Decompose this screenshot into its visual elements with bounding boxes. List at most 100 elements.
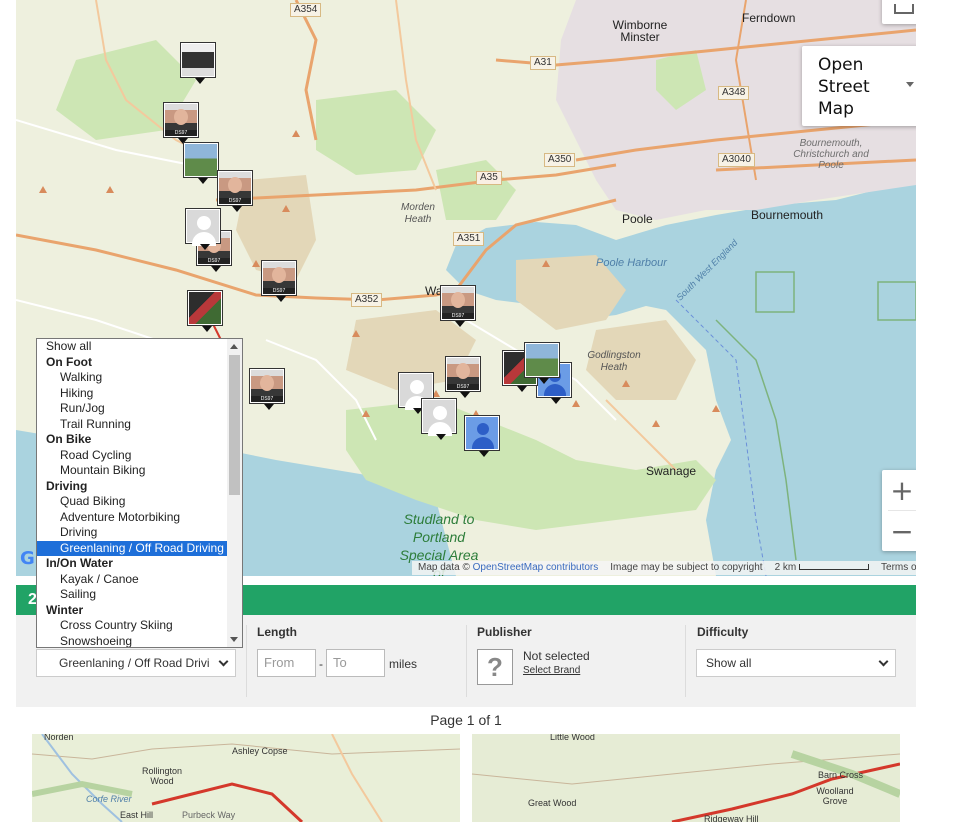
scale-label: 2 km xyxy=(774,562,797,573)
zoom-control: + − xyxy=(882,470,916,551)
map-marker-placeholder[interactable] xyxy=(421,398,457,440)
map-marker-landscape[interactable] xyxy=(183,142,219,184)
road-label-a351: A351 xyxy=(453,232,485,246)
dropdown-group-label: Winter xyxy=(46,602,84,617)
terms-link[interactable]: Terms of Use xyxy=(881,562,916,574)
filter-divider xyxy=(685,625,686,697)
dropdown-group-label: On Bike xyxy=(46,432,92,446)
copyright-notice: Image may be subject to copyright xyxy=(610,562,763,573)
town-label-swanage: Swanage xyxy=(646,464,697,478)
dropdown-option[interactable]: Kayak / Canoe xyxy=(37,572,227,588)
chevron-down-icon xyxy=(906,82,914,87)
map-marker-user[interactable]: DS97 xyxy=(249,368,285,410)
dropdown-option[interactable]: Greenlaning / Off Road Driving xyxy=(37,540,227,556)
scroll-up-icon[interactable] xyxy=(230,344,238,349)
scrollbar-thumb[interactable] xyxy=(229,355,240,495)
dropdown-option[interactable]: Trail Running xyxy=(37,417,227,433)
map-marker-bike[interactable] xyxy=(187,290,223,332)
dropdown-option[interactable]: Sailing xyxy=(37,587,227,603)
marker-photo: DS97 xyxy=(442,287,474,319)
place-label-godlingston-heath: Godlingston Heath xyxy=(587,350,641,373)
dropdown-option[interactable]: Show all xyxy=(37,339,227,355)
route-thumbnail-1[interactable]: Norden Ashley Copse Rollington Wood Corf… xyxy=(32,734,460,822)
thumb-label: Little Wood xyxy=(550,734,595,742)
place-label-morden-heath: Morden Heath xyxy=(401,202,435,225)
fullscreen-button[interactable] xyxy=(882,0,916,24)
road-label-a354: A354 xyxy=(290,3,322,17)
thumb-label: Ridgeway Hill xyxy=(704,814,759,822)
thumb-label: Great Wood xyxy=(528,798,577,808)
map-marker-blue-user[interactable] xyxy=(464,415,500,457)
thumb-label: Rollington Wood xyxy=(142,766,183,786)
length-to-input[interactable]: To xyxy=(326,649,385,677)
road-label-a348: A348 xyxy=(718,86,750,100)
zoom-in-button[interactable]: + xyxy=(882,470,916,510)
chevron-down-icon xyxy=(878,656,889,667)
map-marker-user[interactable]: DS97 xyxy=(163,102,199,144)
marker-photo: DS97 xyxy=(263,262,295,294)
map-data-text: Map data © xyxy=(418,562,470,573)
map-attribution: Map data © OpenStreetMap contributors Im… xyxy=(412,561,916,575)
length-from-input[interactable]: From xyxy=(257,649,316,677)
marker-photo: DS97 xyxy=(447,358,479,390)
publisher-status: Not selected xyxy=(523,649,590,663)
difficulty-select-value: Show all xyxy=(706,656,752,670)
route-thumbnail-2[interactable]: Little Wood Barn Cross Great Wood Woolla… xyxy=(472,734,900,822)
dropdown-option[interactable]: Snowshoeing xyxy=(37,634,227,648)
map-type-label-line3: Map xyxy=(818,99,854,119)
dropdown-option[interactable]: Walking xyxy=(37,370,227,386)
select-brand-link[interactable]: Select Brand xyxy=(523,665,580,676)
marker-photo xyxy=(185,144,217,176)
map-marker-user[interactable]: DS97 xyxy=(217,170,253,212)
marker-photo xyxy=(182,44,214,76)
activity-select-value: Greenlaning / Off Road Drivi xyxy=(59,656,210,670)
map-marker-user[interactable]: DS97 xyxy=(261,260,297,302)
water-label-poole-harbour: Poole Harbour xyxy=(596,257,667,269)
length-label: Length xyxy=(257,625,297,639)
dropdown-option[interactable]: Quad Biking xyxy=(37,494,227,510)
thumb-label: Corfe River xyxy=(86,794,132,804)
osm-link[interactable]: OpenStreetMap contributors xyxy=(473,562,599,573)
thumb-label: Purbeck Way xyxy=(182,810,236,820)
thumb-label: Norden xyxy=(44,734,74,742)
question-mark-icon[interactable]: ? xyxy=(477,649,513,685)
map-marker-landscape[interactable] xyxy=(524,342,560,384)
chevron-down-icon xyxy=(218,656,229,667)
marker-photo xyxy=(423,400,455,436)
pagination-text: Page 1 of 1 xyxy=(430,712,502,728)
google-logo: G xyxy=(20,548,35,569)
activity-select[interactable]: Greenlaning / Off Road Drivi xyxy=(36,649,236,677)
map-marker-user[interactable]: DS97 xyxy=(445,356,481,398)
road-label-a352: A352 xyxy=(351,293,383,307)
dropdown-option[interactable]: Driving xyxy=(37,525,227,541)
publisher-label: Publisher xyxy=(477,625,532,639)
dropdown-option[interactable]: Hiking xyxy=(37,386,227,402)
map-marker-user[interactable]: DS97 xyxy=(440,285,476,327)
thumb-label: Barn Cross xyxy=(818,770,864,780)
marker-photo xyxy=(526,344,558,376)
place-label-bcp: Bournemouth, Christchurch and Poole xyxy=(793,138,869,171)
dropdown-option[interactable]: Mountain Biking xyxy=(37,463,227,479)
filter-divider xyxy=(466,625,467,697)
dropdown-group-label: Driving xyxy=(46,478,88,493)
app-root: A354 A31 A348 A350 A35 A3040 A351 A352 W… xyxy=(0,0,977,822)
marker-photo xyxy=(189,292,221,324)
zoom-out-button[interactable]: − xyxy=(882,511,916,551)
dropdown-scrollbar[interactable] xyxy=(227,339,242,647)
map-marker-car[interactable] xyxy=(180,42,216,84)
filter-divider xyxy=(246,625,247,697)
activity-dropdown-list[interactable]: Show all On Foot Walking Hiking Run/Jog Trail… xyxy=(36,338,243,648)
road-label-a3040: A3040 xyxy=(718,153,755,167)
dropdown-options: Show all On Foot Walking Hiking Run/Jog Trail… xyxy=(37,339,227,648)
scroll-down-icon[interactable] xyxy=(230,637,238,642)
difficulty-select[interactable]: Show all xyxy=(696,649,896,677)
marker-photo: DS97 xyxy=(251,370,283,402)
scale-bar xyxy=(799,564,870,571)
dropdown-option[interactable]: Run/Jog xyxy=(37,401,227,417)
map-type-selector[interactable]: Open Street Map xyxy=(802,46,916,126)
map-marker-placeholder[interactable] xyxy=(185,208,221,250)
thumb-label: East Hill xyxy=(120,810,154,820)
dropdown-option[interactable]: Adventure Motorbiking xyxy=(37,510,227,526)
dropdown-option[interactable]: Road Cycling xyxy=(37,448,227,464)
dropdown-option[interactable]: Cross Country Skiing xyxy=(37,618,227,634)
